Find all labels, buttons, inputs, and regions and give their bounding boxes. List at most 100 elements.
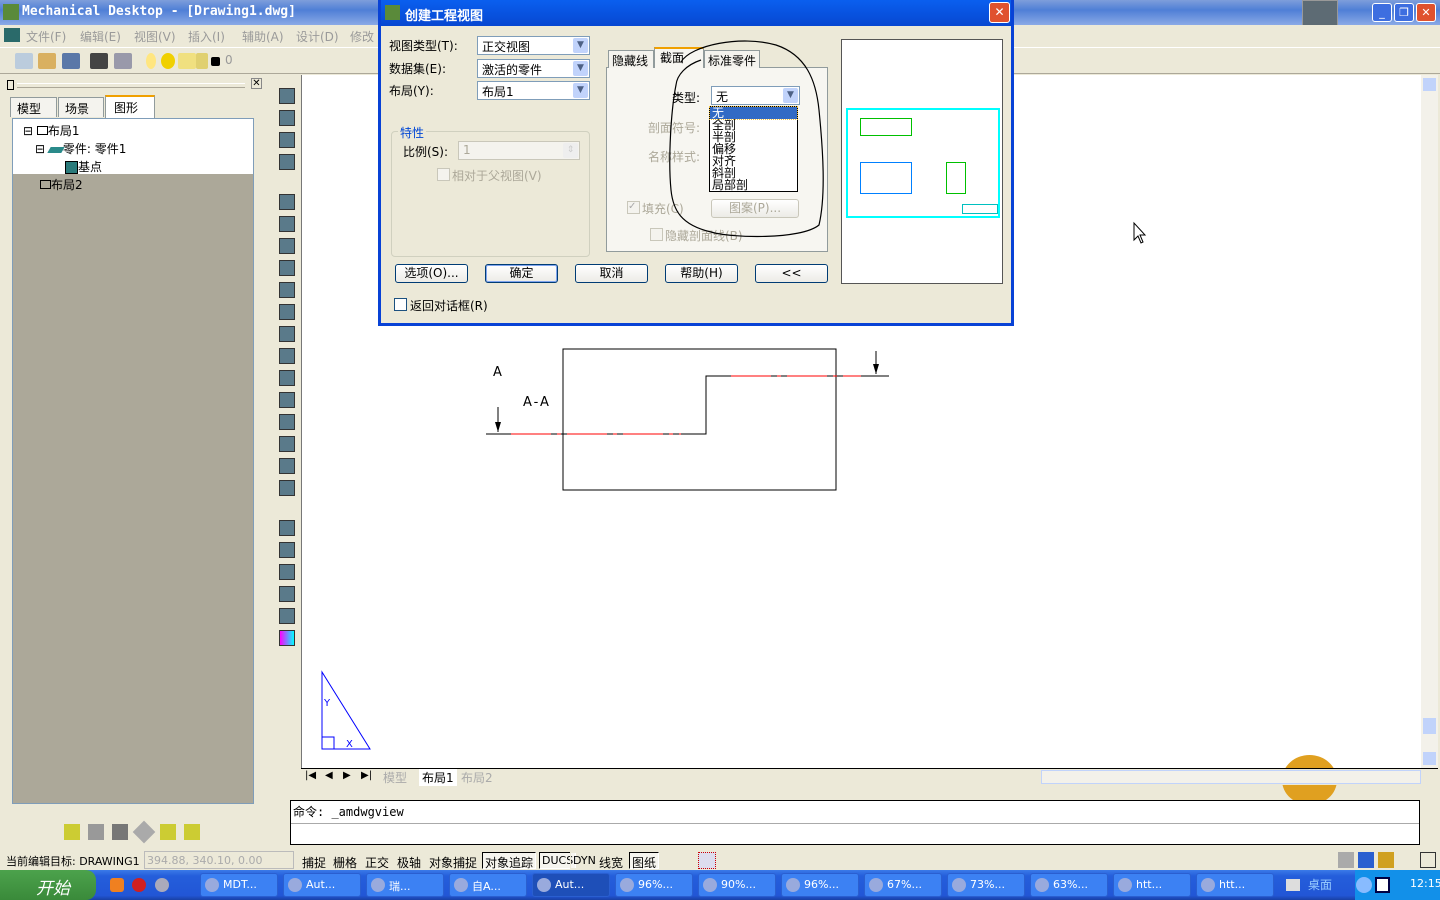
tool-icon-24[interactable] xyxy=(279,630,295,646)
snap-button[interactable]: 捕捉 xyxy=(299,852,330,870)
tree-item-layout1[interactable]: ⊟ 布局1 xyxy=(23,122,80,139)
task-8[interactable]: 96%... xyxy=(781,873,859,897)
tool-icon-5[interactable] xyxy=(279,194,295,210)
tab-drawing[interactable]: 图形 xyxy=(105,95,155,118)
first-layout-button[interactable]: |◀ xyxy=(305,770,316,781)
minimize-button[interactable]: _ xyxy=(1372,3,1392,22)
menu-view[interactable]: 视图(V) xyxy=(134,28,176,45)
part-tool-icon[interactable] xyxy=(88,824,104,840)
tool-icon-15[interactable] xyxy=(279,414,295,430)
help-button[interactable]: 帮助(H) xyxy=(665,264,738,283)
grid-button[interactable]: 栅格 xyxy=(330,852,361,870)
task-10[interactable]: 73%... xyxy=(947,873,1025,897)
collapse-button[interactable]: << xyxy=(755,264,828,283)
tree-item-layout2[interactable]: 布局2 xyxy=(40,176,83,193)
start-button[interactable]: 开始 xyxy=(0,870,96,900)
tool-icon-21[interactable] xyxy=(279,564,295,580)
tool-icon-10[interactable] xyxy=(279,304,295,320)
task-1[interactable]: MDT... xyxy=(200,873,278,897)
new-icon[interactable] xyxy=(15,53,33,69)
lineweight-button[interactable]: 线宽 xyxy=(596,852,627,870)
tool-icon-9[interactable] xyxy=(279,282,295,298)
ok-button[interactable]: 确定 xyxy=(485,264,558,283)
menu-design[interactable]: 设计(D) xyxy=(296,28,339,45)
tool-icon-19[interactable] xyxy=(279,520,295,536)
tray-play-icon[interactable] xyxy=(1375,877,1390,893)
lock-toolbar-icon[interactable] xyxy=(1378,852,1394,868)
prev-layout-button[interactable]: ◀ xyxy=(325,770,333,781)
tool-icon-14[interactable] xyxy=(279,392,295,408)
menu-assist[interactable]: 辅助(A) xyxy=(242,28,284,45)
options-button[interactable]: 选项(O)... xyxy=(395,264,468,283)
layout-tab-layout2[interactable]: 布局2 xyxy=(461,769,493,786)
filter-icon[interactable] xyxy=(64,824,80,840)
close-app-button[interactable]: ✕ xyxy=(1416,3,1436,22)
tab-scene[interactable]: 场景 xyxy=(58,97,104,117)
tool-icon-23[interactable] xyxy=(279,608,295,624)
polar-button[interactable]: 极轴 xyxy=(394,852,425,870)
menu-file[interactable]: 文件(F) xyxy=(26,28,66,45)
layout-tab-layout1[interactable]: 布局1 xyxy=(419,769,457,786)
tool-icon-2[interactable] xyxy=(279,110,295,126)
quicklaunch-camera-icon[interactable] xyxy=(110,878,124,892)
vertical-scrollbar[interactable] xyxy=(1421,75,1438,768)
tool-icon-7[interactable] xyxy=(279,238,295,254)
quicklaunch-messenger-icon[interactable] xyxy=(155,878,169,892)
task-11[interactable]: 63%... xyxy=(1030,873,1108,897)
last-layout-button[interactable]: ▶| xyxy=(361,770,372,781)
return-dialog-checkbox[interactable] xyxy=(394,298,407,311)
open-icon[interactable] xyxy=(38,53,56,69)
tray-icon-2[interactable] xyxy=(1358,852,1374,868)
filter2-icon[interactable] xyxy=(160,824,176,840)
layout-tab-model[interactable]: 模型 xyxy=(383,769,407,786)
command-window[interactable]: 命令: _amdwgview xyxy=(290,800,1420,845)
horizontal-scrollbar[interactable] xyxy=(1041,770,1421,784)
task-5[interactable]: Aut... xyxy=(532,873,610,897)
clipboard-icon[interactable] xyxy=(112,824,128,840)
tree-item-part[interactable]: ⊟ 零件: 零件1 xyxy=(35,140,126,157)
ortho-button[interactable]: 正交 xyxy=(362,852,393,870)
bulb-icon[interactable] xyxy=(146,53,156,69)
task-7[interactable]: 90%... xyxy=(698,873,776,897)
tool-icon-1[interactable] xyxy=(279,88,295,104)
diamond-icon[interactable] xyxy=(132,820,156,844)
collapse-panel-icon[interactable] xyxy=(7,80,14,90)
cancel-button[interactable]: 取消 xyxy=(575,264,648,283)
tool-icon-11[interactable] xyxy=(279,326,295,342)
filter3-icon[interactable] xyxy=(184,824,200,840)
menu-modify[interactable]: 修改 xyxy=(350,28,374,45)
tool-icon-18[interactable] xyxy=(279,480,295,496)
menu-insert[interactable]: 插入(I) xyxy=(188,28,225,45)
restore-button[interactable]: ❐ xyxy=(1394,3,1414,22)
desktop-toolbar-label[interactable]: 桌面 xyxy=(1308,876,1332,893)
scroll-up-button[interactable] xyxy=(1423,78,1436,91)
tray-settings-icon[interactable] xyxy=(1338,852,1354,868)
clean-screen-icon[interactable] xyxy=(1420,852,1436,868)
type-dropdown-list[interactable]: 无 全剖 半剖 偏移 对齐 斜剖 局部剖 xyxy=(709,106,798,192)
tool-icon-6[interactable] xyxy=(279,216,295,232)
panel-grip[interactable] xyxy=(17,83,245,88)
tool-icon-4[interactable] xyxy=(279,154,295,170)
paper-button[interactable]: 图纸 xyxy=(629,852,660,870)
layer-name[interactable]: 0 xyxy=(225,53,233,67)
tool-icon-20[interactable] xyxy=(279,542,295,558)
keyboard-icon[interactable] xyxy=(1286,879,1300,891)
task-2[interactable]: Aut... xyxy=(283,873,361,897)
tool-icon-8[interactable] xyxy=(279,260,295,276)
tool-icon-17[interactable] xyxy=(279,458,295,474)
tool-icon-22[interactable] xyxy=(279,586,295,602)
command-input[interactable] xyxy=(291,823,1419,824)
type-option-local[interactable]: 局部剖 xyxy=(710,179,797,191)
task-13[interactable]: htt... xyxy=(1196,873,1274,897)
lock-icon[interactable] xyxy=(196,53,208,69)
display-icon[interactable] xyxy=(90,53,108,69)
task-9[interactable]: 67%... xyxy=(864,873,942,897)
tool-icon-16[interactable] xyxy=(279,436,295,452)
sun-icon[interactable] xyxy=(161,53,175,69)
tool-icon-12[interactable] xyxy=(279,348,295,364)
menu-edit[interactable]: 编辑(E) xyxy=(80,28,121,45)
close-panel-icon[interactable]: ✕ xyxy=(251,78,262,89)
tray-back-icon[interactable] xyxy=(1356,877,1372,893)
tool-icon-13[interactable] xyxy=(279,370,295,386)
task-4[interactable]: 自A... xyxy=(449,873,527,897)
